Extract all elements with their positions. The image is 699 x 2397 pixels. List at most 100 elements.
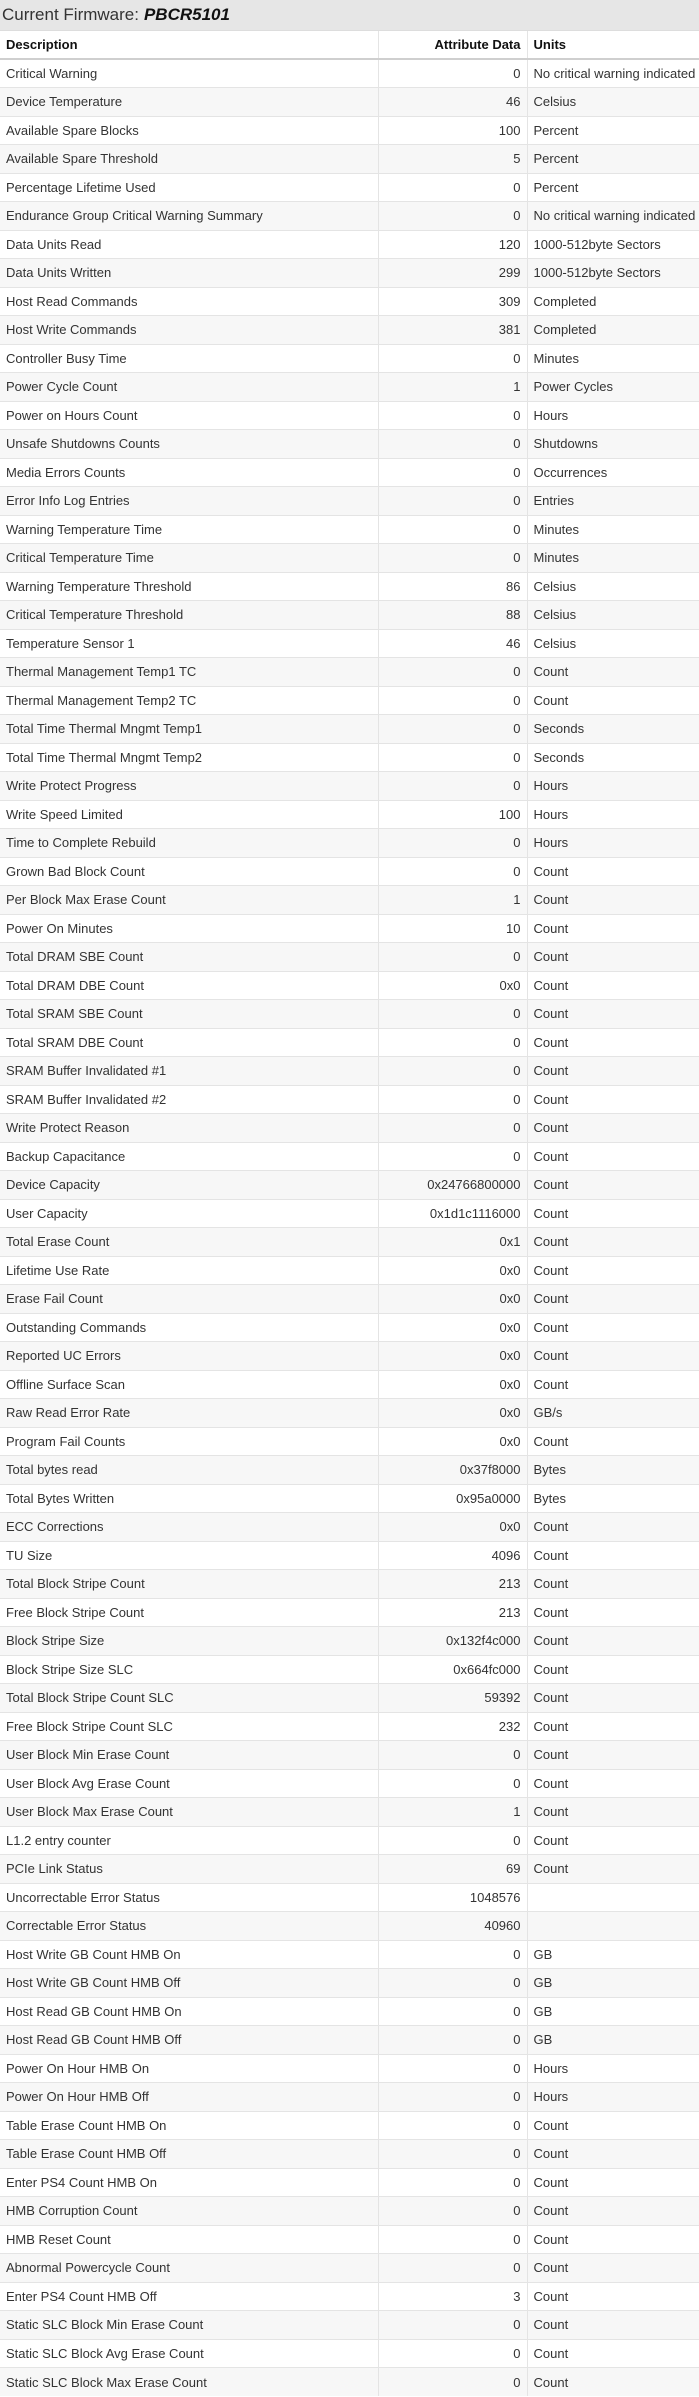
row-units: Celsius bbox=[527, 571, 699, 601]
row-attribute-data: 0x0 bbox=[377, 1284, 528, 1313]
smart-attributes-table: Description Attribute Data Units Critica… bbox=[0, 31, 699, 2396]
row-units: Count bbox=[527, 856, 699, 886]
row-attribute-data: 0 bbox=[377, 2224, 528, 2254]
row-attribute-data: 46 bbox=[377, 628, 528, 658]
row-units: Count bbox=[527, 1227, 699, 1256]
row-units: Count bbox=[527, 1312, 699, 1342]
row-attribute-data: 0x37f8000 bbox=[377, 1455, 528, 1484]
table-row: TU Size 4096 Count bbox=[0, 1540, 699, 1570]
row-attribute-data: 0 bbox=[377, 1056, 528, 1085]
row-units: Count bbox=[527, 1597, 699, 1627]
row-description: Data Units Written bbox=[0, 258, 378, 287]
table-row: Write Speed Limited 100 Hours bbox=[0, 799, 699, 829]
row-description: HMB Corruption Count bbox=[0, 2196, 378, 2225]
row-attribute-data: 1 bbox=[377, 885, 528, 914]
column-header-attribute-data: Attribute Data bbox=[377, 31, 528, 60]
row-attribute-data: 213 bbox=[377, 1569, 528, 1598]
row-units: Count bbox=[527, 885, 699, 914]
table-row: Data Units Written 299 1000-512byte Sector… bbox=[0, 258, 699, 287]
table-row: Host Read GB Count HMB Off 0 GB bbox=[0, 2025, 699, 2054]
row-description: Enter PS4 Count HMB Off bbox=[0, 2281, 378, 2311]
row-description: Power on Hours Count bbox=[0, 400, 378, 430]
row-attribute-data: 0x1d1c1116000 bbox=[377, 1198, 528, 1228]
row-attribute-data: 0x0 bbox=[377, 1255, 528, 1285]
table-row: User Capacity 0x1d1c1116000 Count bbox=[0, 1198, 699, 1228]
row-description: Power On Hour HMB On bbox=[0, 2053, 378, 2083]
row-units: Count bbox=[527, 1198, 699, 1228]
row-attribute-data: 0 bbox=[377, 1825, 528, 1855]
row-units: Count bbox=[527, 999, 699, 1028]
row-attribute-data: 5 bbox=[377, 144, 528, 173]
table-row: Controller Busy Time 0 Minutes bbox=[0, 343, 699, 373]
table-row: PCIe Link Status 69 Count bbox=[0, 1854, 699, 1883]
row-units: GB bbox=[527, 1968, 699, 1997]
table-row: Free Block Stripe Count 213 Count bbox=[0, 1597, 699, 1627]
row-attribute-data: 0x132f4c000 bbox=[377, 1626, 528, 1655]
row-description: Power On Hour HMB Off bbox=[0, 2082, 378, 2111]
row-attribute-data: 1 bbox=[377, 372, 528, 401]
row-units: Percent bbox=[527, 144, 699, 173]
table-row: Total Block Stripe Count 213 Count bbox=[0, 1569, 699, 1598]
row-attribute-data: 0 bbox=[377, 999, 528, 1028]
row-attribute-data: 0x95a0000 bbox=[377, 1483, 528, 1513]
table-row: Unsafe Shutdowns Counts 0 Shutdowns bbox=[0, 429, 699, 458]
row-description: Thermal Management Temp2 TC bbox=[0, 685, 378, 715]
table-row: Enter PS4 Count HMB On 0 Count bbox=[0, 2167, 699, 2197]
row-units: Count bbox=[527, 1768, 699, 1798]
row-units: 1000-512byte Sectors bbox=[527, 258, 699, 287]
row-units: GB/s bbox=[527, 1398, 699, 1427]
table-row: Power On Hour HMB On 0 Hours bbox=[0, 2053, 699, 2083]
table-row: Grown Bad Block Count 0 Count bbox=[0, 856, 699, 886]
row-attribute-data: 0 bbox=[377, 1084, 528, 1114]
table-row: Uncorrectable Error Status 1048576 bbox=[0, 1882, 699, 1912]
table-row: Device Temperature 46 Celsius bbox=[0, 87, 699, 116]
table-row: Media Errors Counts 0 Occurrences bbox=[0, 457, 699, 487]
row-description: Host Write GB Count HMB On bbox=[0, 1939, 378, 1969]
row-description: Abnormal Powercycle Count bbox=[0, 2253, 378, 2282]
row-units: Count bbox=[527, 1170, 699, 1199]
row-units: Hours bbox=[527, 828, 699, 857]
table-row: Total Bytes Written 0x95a0000 Bytes bbox=[0, 1483, 699, 1513]
row-units: Count bbox=[527, 1825, 699, 1855]
row-attribute-data: 0 bbox=[377, 2082, 528, 2111]
row-attribute-data: 0x24766800000 bbox=[377, 1170, 528, 1199]
row-attribute-data: 0x664fc000 bbox=[377, 1654, 528, 1684]
row-units: 1000-512byte Sectors bbox=[527, 229, 699, 259]
table-row: Host Read GB Count HMB On 0 GB bbox=[0, 1996, 699, 2026]
row-description: Enter PS4 Count HMB On bbox=[0, 2167, 378, 2197]
row-description: Write Speed Limited bbox=[0, 799, 378, 829]
table-row: Per Block Max Erase Count 1 Count bbox=[0, 885, 699, 914]
row-attribute-data: 0 bbox=[377, 1768, 528, 1798]
row-units: No critical warning indicated bbox=[527, 58, 699, 88]
row-description: PCIe Link Status bbox=[0, 1854, 378, 1883]
row-units: Count bbox=[527, 2139, 699, 2168]
row-attribute-data: 100 bbox=[377, 115, 528, 145]
row-units: Occurrences bbox=[527, 457, 699, 487]
row-attribute-data: 46 bbox=[377, 87, 528, 116]
row-description: ECC Corrections bbox=[0, 1512, 378, 1541]
table-row: Power On Minutes 10 Count bbox=[0, 913, 699, 943]
row-units: Count bbox=[527, 1341, 699, 1370]
row-description: L1.2 entry counter bbox=[0, 1825, 378, 1855]
row-units: Count bbox=[527, 1740, 699, 1769]
table-row: Power on Hours Count 0 Hours bbox=[0, 400, 699, 430]
row-attribute-data: 0 bbox=[377, 1939, 528, 1969]
row-units: Entries bbox=[527, 486, 699, 515]
row-description: Reported UC Errors bbox=[0, 1341, 378, 1370]
row-description: Total Bytes Written bbox=[0, 1483, 378, 1513]
row-units: Celsius bbox=[527, 628, 699, 658]
row-attribute-data: 0x0 bbox=[377, 1398, 528, 1427]
row-attribute-data: 0 bbox=[377, 828, 528, 857]
row-description: Outstanding Commands bbox=[0, 1312, 378, 1342]
table-row: Write Protect Progress 0 Hours bbox=[0, 771, 699, 800]
row-description: Offline Surface Scan bbox=[0, 1369, 378, 1399]
table-row: Data Units Read 120 1000-512byte Sectors bbox=[0, 229, 699, 259]
row-description: Host Read GB Count HMB Off bbox=[0, 2025, 378, 2054]
table-row: Critical Temperature Threshold 88 Celsius bbox=[0, 600, 699, 629]
row-units: Count bbox=[527, 2167, 699, 2197]
row-units: GB bbox=[527, 1939, 699, 1969]
column-header-units: Units bbox=[527, 31, 699, 60]
row-description: Total DRAM DBE Count bbox=[0, 970, 378, 1000]
row-attribute-data: 0 bbox=[377, 2167, 528, 2197]
table-row: Available Spare Blocks 100 Percent bbox=[0, 115, 699, 145]
